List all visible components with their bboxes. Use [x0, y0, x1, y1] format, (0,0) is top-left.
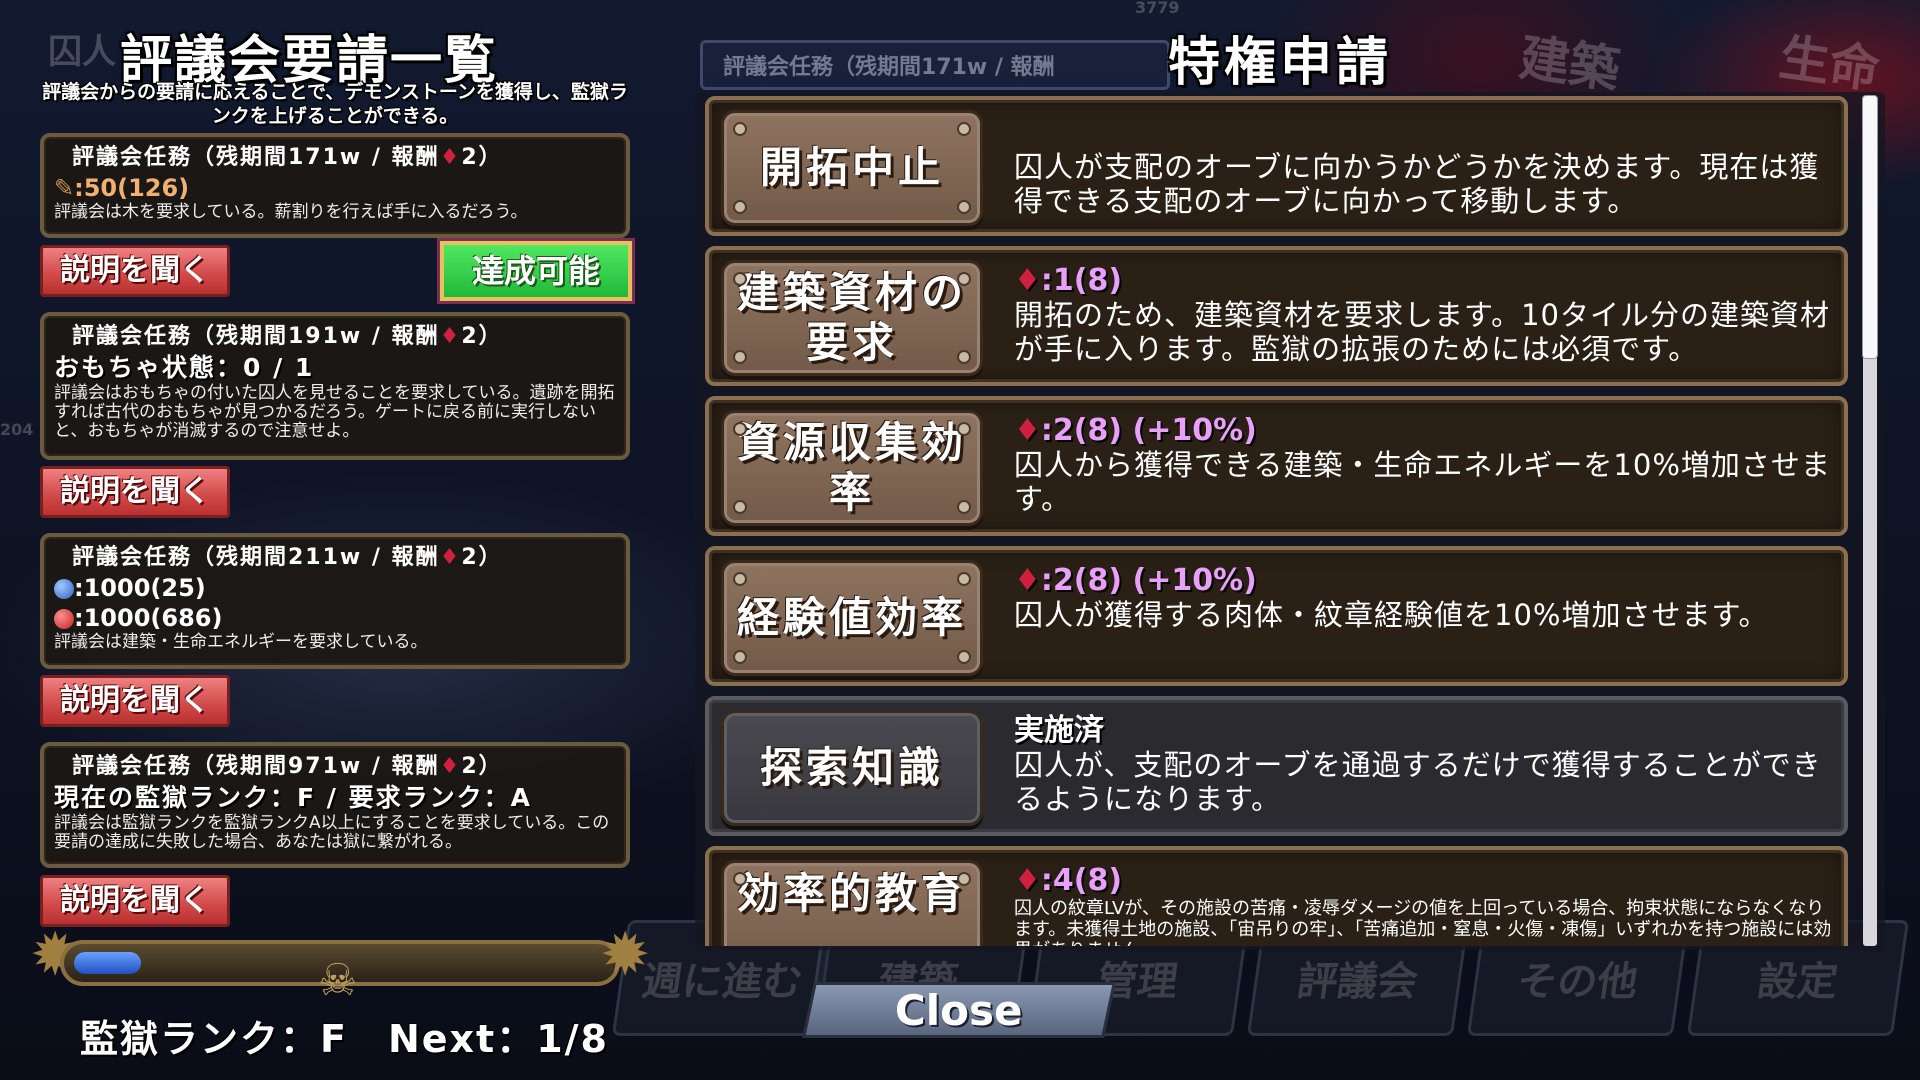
privilege-title: 特権申請 [1168, 33, 1393, 93]
nail-icon [957, 650, 971, 664]
nail-icon [733, 872, 747, 886]
council-task-3: 評議会任務（残期間211w / 報酬♦2） :1000(25) :1000(68… [40, 533, 630, 669]
task-requirement: 現在の監獄ランク：F / 要求ランク：A [54, 783, 532, 812]
demonstone-icon: ♦ [439, 145, 462, 170]
task-note: 評議会は木を要求している。薪割りを行えば手に入るだろう。 [54, 202, 528, 222]
council-description: 評議会からの要請に応えることで、デモンストーンを獲得し、監獄ランクを上げることが… [42, 81, 628, 127]
demonstone-icon: ♦ [1014, 563, 1041, 598]
task-requirement-life: :1000(686) [54, 603, 616, 633]
nail-icon [733, 350, 747, 364]
demonstone-icon: ♦ [439, 324, 462, 349]
council-task-2: 評議会任務（残期間191w / 報酬♦2） おもちゃ状態：0 / 1 評議会はお… [40, 312, 630, 460]
privilege-item-exp-efficiency[interactable]: 経験値効率 ♦:2(8) (+10%) 囚人が獲得する肉体・紋章経験値を10%増… [705, 546, 1848, 686]
nail-icon [733, 200, 747, 214]
task-header: 評議会任務（残期間191w / 報酬♦2） [72, 324, 503, 349]
privilege-description: 囚人が支配のオーブに向かうかどうかを決めます。現在は獲得できる支配のオーブに向か… [1014, 150, 1820, 218]
task-note: 評議会はおもちゃの付いた囚人を見せることを要求している。遺跡を開拓すれば古代のお… [54, 383, 615, 441]
bg-tab-life[interactable]: 生命 [1775, 17, 1884, 102]
privilege-plaque[interactable]: 経験値効率 [721, 560, 983, 676]
close-button[interactable]: Close [802, 982, 1116, 1038]
privilege-description: 囚人が、支配のオーブを通過するだけで獲得することができるようになります。 [1014, 748, 1822, 816]
nail-icon [957, 200, 971, 214]
build-energy-icon [54, 579, 74, 599]
privilege-item-stop-exploration[interactable]: 開拓中止 囚人が支配のオーブに向かうかどうかを決めます。現在は獲得できる支配のオ… [705, 96, 1848, 236]
life-energy-icon [54, 609, 74, 629]
privilege-list[interactable]: 開拓中止 囚人が支配のオーブに向かうかどうかを決めます。現在は獲得できる支配のオ… [705, 96, 1850, 946]
scrollbar-thumb[interactable] [1863, 96, 1877, 358]
council-task-1: 評議会任務（残期間171w / 報酬♦2） ✎:50(126) 評議会は木を要求… [40, 133, 630, 238]
privilege-item-building-materials[interactable]: 建築資材の要求 ♦:1(8) 開拓のため、建築資材を要求します。10タイル分の建… [705, 246, 1848, 386]
demonstone-icon: ♦ [1014, 863, 1041, 898]
explain-button-1[interactable]: 説明を聞く [40, 245, 230, 297]
demonstone-icon: ♦ [1014, 413, 1041, 448]
nail-icon [733, 122, 747, 136]
task-note: 評議会は監獄ランクを監獄ランクA以上にすることを要求している。この要請の達成に失… [54, 813, 610, 852]
privilege-cost: ♦:2(8) (+10%) [1014, 563, 1257, 598]
privilege-item-resource-efficiency[interactable]: 資源収集効率 ♦:2(8) (+10%) 囚人から獲得できる建築・生命エネルギー… [705, 396, 1848, 536]
task-header: 評議会任務（残期間211w / 報酬♦2） [72, 545, 503, 570]
nail-icon [957, 572, 971, 586]
privilege-description: 囚人が獲得する肉体・紋章経験値を10%増加させます。 [1014, 598, 1769, 632]
privilege-description: 囚人の紋章LVが、その施設の苦痛・凌辱ダメージの値を上回っている場合、拘束状態に… [1014, 898, 1832, 946]
map-coordinate: 204 [0, 420, 34, 439]
privilege-status: 実施済 [1014, 713, 1104, 748]
bg-left-title-fragment: 囚人 [48, 32, 116, 72]
privilege-plaque[interactable]: 資源収集効率 [721, 410, 983, 526]
nail-icon [957, 872, 971, 886]
privilege-plaque[interactable]: 建築資材の要求 [721, 260, 983, 376]
nail-icon [957, 272, 971, 286]
wood-icon: ✎ [54, 174, 75, 202]
privilege-description: 開拓のため、建築資材を要求します。10タイル分の建築資材が手に入ります。監獄の拡… [1014, 298, 1831, 366]
demonstone-icon: ♦ [439, 545, 462, 570]
privilege-cost: ♦:4(8) [1014, 863, 1123, 898]
demonstone-icon: ♦ [439, 754, 462, 779]
explain-button-3[interactable]: 説明を聞く [40, 675, 230, 727]
privilege-plaque[interactable]: 探索知識 [721, 710, 983, 826]
privilege-cost: ♦:1(8) [1014, 263, 1123, 298]
privilege-cost: ♦:2(8) (+10%) [1014, 413, 1257, 448]
rank-progress-fill [74, 952, 141, 974]
privilege-item-efficient-education[interactable]: 効率的教育 ♦:4(8) 囚人の紋章LVが、その施設の苦痛・凌辱ダメージの値を上… [705, 846, 1848, 946]
spike-ornament-icon: ✹ [600, 920, 651, 990]
nail-icon [733, 650, 747, 664]
achievable-button[interactable]: 達成可能 [437, 238, 635, 304]
task-requirement-build: :1000(25) [54, 573, 616, 603]
bg-tab-build[interactable]: 建築 [1515, 17, 1624, 102]
privilege-description: 囚人から獲得できる建築・生命エネルギーを10%増加させます。 [1014, 448, 1831, 516]
nail-icon [733, 272, 747, 286]
ghost-task-header: 評議会任務（残期間171w / 報酬 [700, 40, 1170, 90]
nail-icon [957, 422, 971, 436]
prison-rank-text: 監獄ランク：F Next：1/8 [80, 1017, 609, 1061]
nail-icon [957, 122, 971, 136]
task-requirement: おもちゃ状態：0 / 1 [54, 353, 315, 382]
task-header: 評議会任務（残期間971w / 報酬♦2） [72, 754, 503, 779]
nail-icon [957, 350, 971, 364]
task-note: 評議会は建築・生命エネルギーを要求している。 [54, 632, 428, 652]
nail-icon [733, 422, 747, 436]
task-requirement: ✎:50(126) [54, 174, 190, 202]
council-task-4: 評議会任務（残期間971w / 報酬♦2） 現在の監獄ランク：F / 要求ランク… [40, 742, 630, 868]
demonstone-icon: ♦ [1014, 263, 1041, 298]
privilege-plaque[interactable]: 開拓中止 [721, 110, 983, 226]
skull-icon: ☠ [318, 955, 358, 1006]
nail-icon [957, 500, 971, 514]
nail-icon [733, 572, 747, 586]
close-label: Close [895, 985, 1023, 1035]
explain-button-2[interactable]: 説明を聞く [40, 466, 230, 518]
privilege-item-exploration-knowledge[interactable]: 探索知識 実施済 囚人が、支配のオーブを通過するだけで獲得することができるように… [705, 696, 1848, 836]
task-header: 評議会任務（残期間171w / 報酬♦2） [72, 145, 503, 170]
resource-counter: 3779 [1135, 0, 1180, 17]
nail-icon [733, 500, 747, 514]
privilege-plaque[interactable]: 効率的教育 [721, 860, 983, 946]
